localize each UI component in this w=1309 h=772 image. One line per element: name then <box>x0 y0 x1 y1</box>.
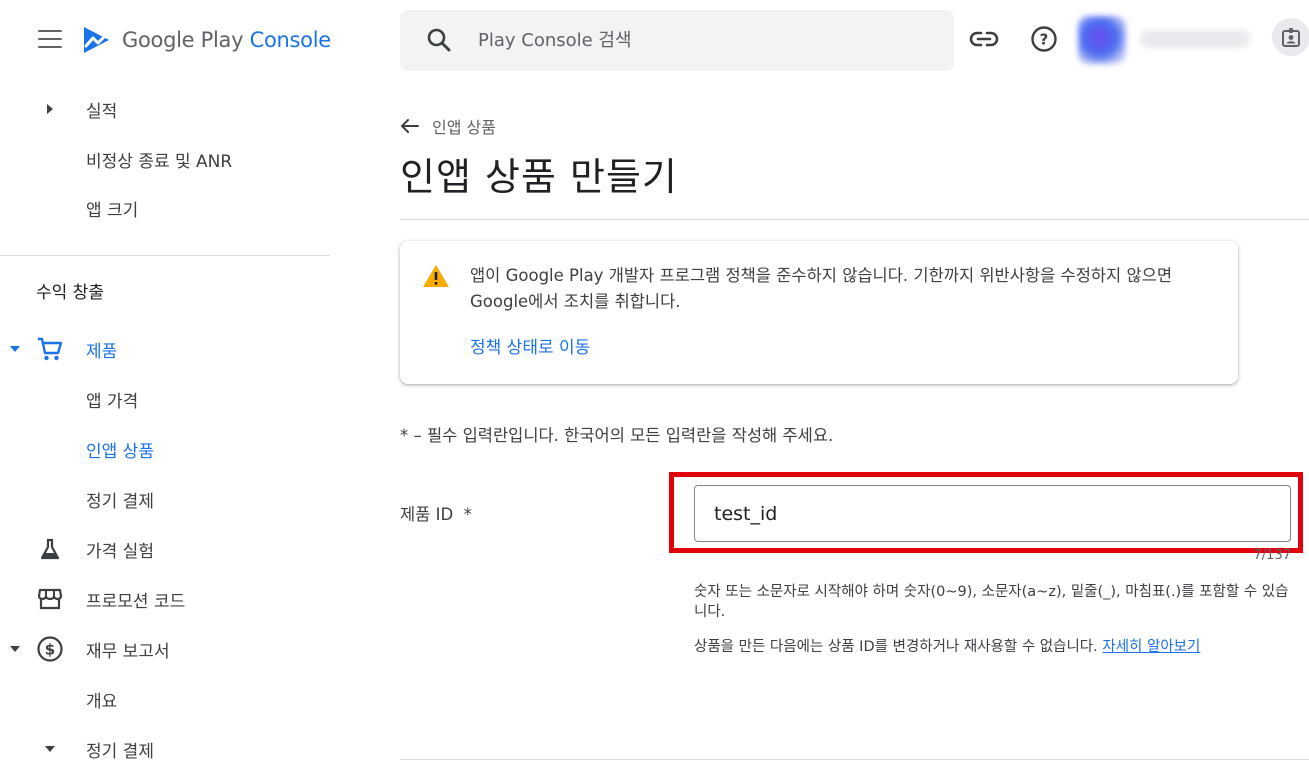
play-console-logo[interactable] <box>82 24 112 56</box>
policy-status-link[interactable]: 정책 상태로 이동 <box>470 333 590 358</box>
sidebar-item-financial-reports[interactable]: $ 재무 보고서 <box>0 629 330 669</box>
cart-icon <box>36 335 64 363</box>
sidebar-item-crashes-anr[interactable]: 비정상 종료 및 ANR <box>0 139 330 179</box>
sidebar-item-label: 비정상 종료 및 ANR <box>86 151 233 172</box>
warning-icon <box>423 265 449 287</box>
page-title: 인앱 상품 만들기 <box>400 155 678 199</box>
sidebar-item-price-experiments[interactable]: 가격 실험 <box>0 529 330 569</box>
sidebar-item-label: 정기 결제 <box>86 491 154 512</box>
account-avatar <box>1078 16 1126 64</box>
svg-text:$: $ <box>45 641 55 659</box>
sidebar-item-label: 프로모션 코드 <box>86 591 186 612</box>
search-icon <box>427 28 451 52</box>
sidebar-item-app-pricing[interactable]: 앱 가격 <box>0 379 330 419</box>
product-id-label: 제품 ID * <box>400 505 472 524</box>
sidebar-item-app-size[interactable]: 앱 크기 <box>0 188 330 228</box>
caret-down-icon <box>43 742 57 756</box>
search-input[interactable] <box>478 22 928 58</box>
help-icon[interactable]: ? <box>1029 24 1059 54</box>
breadcrumb-label[interactable]: 인앱 상품 <box>432 114 496 138</box>
sidebar-divider <box>0 255 330 256</box>
sidebar-item-performance[interactable]: 실적 <box>0 89 330 129</box>
sidebar-item-label: 인앱 상품 <box>86 441 154 462</box>
caret-right-icon <box>43 102 57 116</box>
sidebar-item-label: 앱 가격 <box>86 391 139 412</box>
flask-icon <box>36 535 64 563</box>
sidebar-item-overview[interactable]: 개요 <box>0 679 330 719</box>
sidebar-item-label: 재무 보고서 <box>86 641 170 662</box>
sidebar-item-products[interactable]: 제품 <box>0 329 330 369</box>
dollar-icon: $ <box>36 635 64 663</box>
sidebar-item-subscriptions-report[interactable]: 정기 결제 <box>0 729 330 769</box>
sidebar-item-subscriptions[interactable]: 정기 결제 <box>0 479 330 519</box>
brand-google-play: Google Play <box>122 28 244 52</box>
caret-down-icon <box>8 642 22 656</box>
sidebar-item-promo-codes[interactable]: 프로모션 코드 <box>0 579 330 619</box>
sidebar-item-label: 개요 <box>86 691 118 712</box>
account-badge-icon[interactable] <box>1272 18 1309 56</box>
learn-more-link[interactable]: 자세히 알아보기 <box>1102 639 1200 655</box>
sidebar-item-label: 실적 <box>86 101 118 122</box>
brand-header: Google Play Console <box>0 0 331 80</box>
store-icon <box>36 585 64 613</box>
product-id-input[interactable] <box>694 485 1291 542</box>
sidebar-item-label: 정기 결제 <box>86 741 154 762</box>
account-name-redacted <box>1140 30 1250 48</box>
product-id-warning-hint: 상품을 만든 다음에는 상품 ID를 변경하거나 재사용할 수 없습니다. 자세… <box>694 637 1290 657</box>
required-fields-note: * – 필수 입력란입니다. 한국어의 모든 입력란을 작성해 주세요. <box>400 426 834 445</box>
svg-text:?: ? <box>1040 31 1049 49</box>
back-arrow-icon[interactable] <box>400 118 420 134</box>
sidebar-item-in-app-products[interactable]: 인앱 상품 <box>0 429 330 469</box>
bottom-divider <box>400 759 1309 760</box>
policy-warning-card: 앱이 Google Play 개발자 프로그램 정책을 준수하지 않습니다. 기… <box>400 241 1238 384</box>
sidebar: Google Play Console 실적 비정상 종료 및 ANR 앱 크기… <box>0 0 331 772</box>
brand-console: Console <box>249 28 332 52</box>
product-id-hint: 숫자 또는 소문자로 시작해야 하며 숫자(0~9), 소문자(a~z), 밑줄… <box>694 584 1289 620</box>
brand-title: Google Play Console <box>122 28 331 52</box>
sidebar-item-label: 앱 크기 <box>86 200 139 221</box>
title-divider <box>400 219 1309 220</box>
sidebar-section-monetize: 수익 창출 <box>36 283 104 303</box>
account-switcher[interactable] <box>1072 12 1258 68</box>
search-bar[interactable] <box>400 10 954 71</box>
caret-down-icon <box>8 342 22 356</box>
sidebar-item-label: 제품 <box>86 341 118 362</box>
char-counter: 7/137 <box>1253 548 1291 563</box>
sidebar-item-label: 가격 실험 <box>86 541 154 562</box>
hint-text: 상품을 만든 다음에는 상품 ID를 변경하거나 재사용할 수 없습니다. <box>694 639 1103 655</box>
menu-icon[interactable] <box>38 30 62 50</box>
breadcrumb[interactable]: 인앱 상품 <box>400 114 496 138</box>
link-icon[interactable] <box>969 24 999 54</box>
warning-message: 앱이 Google Play 개발자 프로그램 정책을 준수하지 않습니다. 기… <box>470 266 1173 311</box>
